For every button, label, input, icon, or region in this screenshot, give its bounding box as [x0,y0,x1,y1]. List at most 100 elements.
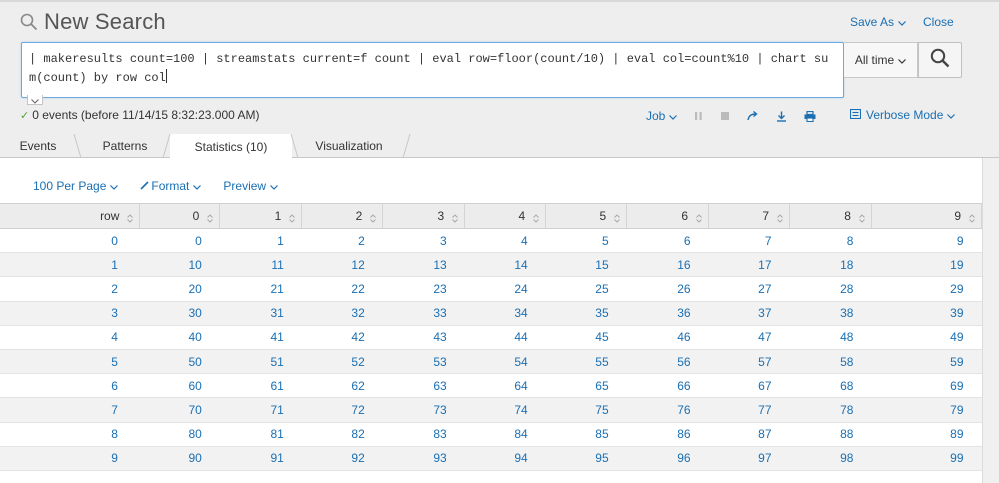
preview-menu[interactable]: Preview [223,179,279,193]
table-cell[interactable]: 44 [464,325,546,350]
search-query-input[interactable]: | makeresults count=100 | streamstats cu… [21,42,844,98]
table-cell[interactable]: 35 [545,301,627,326]
table-cell[interactable]: 6 [626,228,709,254]
table-cell[interactable]: 1 [219,228,302,254]
table-cell[interactable]: 94 [464,446,546,471]
save-as-menu[interactable]: Save As [850,15,906,29]
table-cell[interactable]: 7 [708,228,790,254]
table-cell[interactable]: 39 [871,301,982,326]
table-cell[interactable]: 5 [545,228,627,254]
table-cell[interactable]: 97 [708,446,790,471]
table-cell[interactable]: 59 [871,349,982,375]
column-header-col-1[interactable]: 1 [219,203,303,229]
table-cell[interactable]: 57 [708,349,790,375]
table-cell[interactable]: 14 [464,252,546,278]
table-cell[interactable]: 40 [139,325,220,350]
search-mode-menu[interactable]: Verbose Mode [849,108,956,122]
table-cell[interactable]: 42 [301,325,383,350]
table-cell[interactable]: 95 [545,446,627,471]
table-cell[interactable]: 63 [382,373,465,399]
table-cell[interactable]: 98 [789,446,872,471]
table-cell[interactable]: 80 [139,422,220,447]
table-cell[interactable]: 3 [382,228,465,254]
table-cell[interactable]: 58 [789,349,872,375]
tab-events[interactable]: Events [0,134,76,158]
close-link[interactable]: Close [923,15,954,29]
table-cell[interactable]: 47 [708,325,790,350]
table-cell[interactable]: 81 [219,422,302,447]
table-cell[interactable]: 50 [139,349,220,375]
table-cell[interactable]: 19 [871,252,982,278]
table-cell[interactable]: 21 [219,276,302,302]
table-cell[interactable]: 32 [301,301,383,326]
table-cell[interactable]: 38 [789,301,872,326]
table-cell[interactable]: 69 [871,373,982,399]
job-menu[interactable]: Job [646,109,678,123]
table-cell[interactable]: 76 [626,397,709,423]
table-cell[interactable]: 60 [139,373,220,399]
table-cell[interactable]: 13 [382,252,465,278]
table-cell[interactable]: 78 [789,397,872,423]
column-header-col-6[interactable]: 6 [626,203,710,229]
column-header-col-2[interactable]: 2 [301,203,384,229]
table-cell[interactable]: 43 [382,325,465,350]
table-cell[interactable]: 66 [626,373,709,399]
table-cell[interactable]: 72 [301,397,383,423]
table-cell[interactable]: 48 [789,325,872,350]
search-button[interactable] [918,42,962,78]
table-cell[interactable]: 53 [382,349,465,375]
table-cell[interactable]: 34 [464,301,546,326]
table-cell[interactable]: 37 [708,301,790,326]
table-cell[interactable]: 89 [871,422,982,447]
row-key-cell[interactable]: 4 [0,325,140,350]
table-cell[interactable]: 18 [789,252,872,278]
sort-icon[interactable] [207,212,214,226]
table-cell[interactable]: 65 [545,373,627,399]
time-range-picker[interactable]: All time [844,42,918,78]
table-cell[interactable]: 91 [219,446,302,471]
table-cell[interactable]: 54 [464,349,546,375]
table-cell[interactable]: 86 [626,422,709,447]
table-cell[interactable]: 64 [464,373,546,399]
table-cell[interactable]: 9 [871,228,982,254]
table-cell[interactable]: 25 [545,276,627,302]
table-cell[interactable]: 82 [301,422,383,447]
table-cell[interactable]: 75 [545,397,627,423]
table-cell[interactable]: 12 [301,252,383,278]
table-cell[interactable]: 85 [545,422,627,447]
sort-icon[interactable] [614,212,620,226]
row-key-cell[interactable]: 6 [0,373,140,399]
table-cell[interactable]: 28 [789,276,872,302]
column-header-col-5[interactable]: 5 [545,203,628,229]
sort-icon[interactable] [289,212,296,226]
table-cell[interactable]: 71 [219,397,302,423]
table-cell[interactable]: 49 [871,325,982,350]
tab-patterns[interactable]: Patterns [84,134,166,158]
table-cell[interactable]: 55 [545,349,627,375]
tab-statistics[interactable]: Statistics (10) [170,134,292,159]
table-cell[interactable]: 17 [708,252,790,278]
table-cell[interactable]: 68 [789,373,872,399]
sort-icon[interactable] [969,212,975,226]
table-cell[interactable]: 23 [382,276,465,302]
row-key-cell[interactable]: 3 [0,301,140,326]
table-cell[interactable]: 20 [139,276,220,302]
table-cell[interactable]: 74 [464,397,546,423]
column-header-col-3[interactable]: 3 [382,203,466,229]
column-header-col-8[interactable]: 8 [789,203,872,229]
table-cell[interactable]: 8 [789,228,872,254]
per-page-menu[interactable]: 100 Per Page [33,179,119,193]
table-cell[interactable]: 0 [139,228,220,254]
table-cell[interactable]: 29 [871,276,982,302]
export-icon[interactable] [776,111,787,122]
table-cell[interactable]: 62 [301,373,383,399]
row-key-cell[interactable]: 8 [0,422,140,447]
table-cell[interactable]: 77 [708,397,790,423]
table-cell[interactable]: 93 [382,446,465,471]
table-cell[interactable]: 73 [382,397,465,423]
sort-icon[interactable] [533,212,540,226]
table-cell[interactable]: 4 [464,228,546,254]
sort-icon[interactable] [777,212,783,226]
table-cell[interactable]: 56 [626,349,709,375]
table-cell[interactable]: 90 [139,446,220,471]
